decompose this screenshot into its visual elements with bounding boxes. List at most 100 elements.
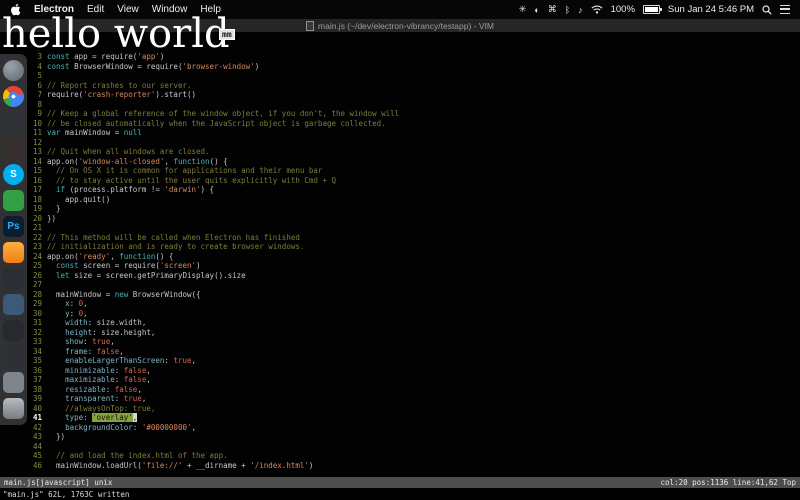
code-line-6: 6// Report crashes to our server.	[28, 81, 800, 91]
code-line-31: 31 width: size.width,	[28, 318, 800, 328]
menu-bar-clock[interactable]: Sun Jan 24 5:46 PM	[668, 4, 754, 15]
document-icon	[306, 20, 315, 31]
code-line-40: 40 //alwaysOnTop: true,	[28, 404, 800, 414]
code-line-25: 25 const screen = require('screen')	[28, 261, 800, 271]
code-line-20: 20})	[28, 214, 800, 224]
dock-photoshop[interactable]: Ps	[3, 216, 24, 237]
line-number: 39	[32, 394, 42, 403]
line-number: 16	[32, 175, 42, 185]
line-number: 21	[32, 223, 42, 232]
status-cursor-info: col:20 pos:1136 line:41,62 Top	[660, 478, 796, 487]
line-number: 38	[32, 384, 42, 394]
line-number: 19	[32, 204, 42, 213]
line-number: 14	[32, 156, 42, 166]
line-number: 25	[32, 261, 42, 270]
battery-percent: 100%	[610, 4, 635, 15]
spotlight-icon[interactable]	[762, 4, 772, 15]
line-number: 15	[32, 166, 42, 175]
code-line-33: 33 show: true,	[28, 337, 800, 347]
code-line-30: 30 y: 0,	[28, 309, 800, 319]
code-line-26: 26 let size = screen.getPrimaryDisplay()…	[28, 271, 800, 281]
menu-extras: ✳ ◐ ⌘ ᛒ ♪	[519, 4, 583, 15]
line-number: 26	[32, 270, 42, 280]
code-line-41: 41 type: 'overlay',	[28, 413, 800, 423]
line-number: 10	[32, 118, 42, 128]
line-number: 9	[37, 109, 42, 118]
line-number: 18	[32, 194, 42, 204]
code-line-34: 34 frame: false,	[28, 347, 800, 357]
dock-app-grey[interactable]	[3, 372, 24, 393]
dock-app-dark-4[interactable]	[3, 320, 24, 341]
bluetooth-icon[interactable]: ᛒ	[565, 5, 570, 15]
dock-app-blue[interactable]	[3, 294, 24, 315]
code-line-16: 16 // to stay active until the user quit…	[28, 176, 800, 186]
code-line-15: 15 // On OS X it is common for applicati…	[28, 166, 800, 176]
window-title: main.js (~/dev/electron-vibrancy/testapp…	[318, 20, 494, 31]
code-line-10: 10// be closed automatically when the Ja…	[28, 119, 800, 129]
code-line-7: 7 require('crash-reporter').start()	[28, 90, 800, 100]
code-line-42: 42 backgroundColor: '#00000000',	[28, 423, 800, 433]
line-number: 28	[32, 289, 42, 299]
dock-app-dark-1[interactable]	[3, 112, 24, 133]
vim-editor[interactable]: 3 const app = require('app') 4 const Browse…	[28, 52, 800, 477]
code-line-36: 36 minimizable: false,	[28, 366, 800, 376]
code-line-17: 17 if (process.platform != 'darwin') {	[28, 185, 800, 195]
line-number: 35	[32, 356, 42, 365]
code-line-39: 39 transparent: true,	[28, 394, 800, 404]
volume-icon[interactable]: ♪	[578, 5, 583, 15]
code-line-19: 19 }	[28, 204, 800, 214]
dock-app-green[interactable]	[3, 190, 24, 211]
line-number: 40	[32, 403, 42, 413]
wifi-icon[interactable]	[591, 5, 603, 14]
code-line-44: 44	[28, 442, 800, 452]
line-number: 30	[32, 308, 42, 318]
line-number: 31	[32, 318, 42, 327]
code-line-45: 45 // and load the index.html of the app…	[28, 451, 800, 461]
line-number: 13	[32, 147, 42, 156]
asterisk-menu-icon[interactable]: ✳	[519, 4, 527, 15]
overlay-cursor-badge: mm	[219, 29, 235, 40]
code-line-18: 18 app.quit()	[28, 195, 800, 205]
flux-menu-icon[interactable]: ◐	[534, 5, 539, 15]
line-number: 11	[32, 128, 42, 137]
line-number: 44	[32, 441, 42, 451]
code-line-22: 22// This method will be called when Ele…	[28, 233, 800, 243]
code-line-37: 37 maximizable: false,	[28, 375, 800, 385]
line-number: 4	[37, 61, 42, 71]
dock-app-dark-3[interactable]	[3, 268, 24, 289]
line-number: 5	[37, 71, 42, 80]
code-line-38: 38 resizable: false,	[28, 385, 800, 395]
line-number: 12	[32, 137, 42, 147]
dock-app-orange[interactable]	[3, 242, 24, 263]
dock-skype[interactable]: S	[3, 164, 24, 185]
line-number: 29	[32, 299, 42, 308]
dock-launchpad[interactable]	[3, 60, 24, 81]
line-number: 24	[32, 251, 42, 261]
code-line-8: 8	[28, 100, 800, 110]
code-line-4: 4 const BrowserWindow = require('browser-…	[28, 62, 800, 72]
code-line-11: 11 var mainWindow = null	[28, 128, 800, 138]
line-number: 41	[32, 413, 42, 422]
dock: S Ps	[0, 54, 27, 425]
code-line-9: 9// Keep a global reference of the windo…	[28, 109, 800, 119]
notification-center-icon[interactable]	[780, 5, 790, 14]
code-line-27: 27	[28, 280, 800, 290]
input-menu-icon[interactable]: ⌘	[548, 4, 557, 15]
line-number: 6	[37, 80, 42, 90]
code-line-23: 23// initialization and is ready to crea…	[28, 242, 800, 252]
battery-icon[interactable]	[642, 5, 662, 14]
dock-app-dark-5[interactable]	[3, 346, 24, 367]
line-number: 8	[37, 99, 42, 109]
status-file-info: main.js[javascript] unix	[4, 478, 113, 487]
code-line-12: 12	[28, 138, 800, 148]
dock-chrome[interactable]	[3, 86, 24, 107]
dock-app-dark-2[interactable]	[3, 138, 24, 159]
vim-command-line: "main.js" 62L, 1763C written	[0, 488, 800, 500]
code-line-28: 28 mainWindow = new BrowserWindow({	[28, 290, 800, 300]
code-line-32: 32 height: size.height,	[28, 328, 800, 338]
dock-trash[interactable]	[3, 398, 24, 419]
line-number: 33	[32, 337, 42, 346]
line-number: 43	[32, 432, 42, 441]
line-number: 22	[32, 232, 42, 242]
vim-status-line: main.js[javascript] unix col:20 pos:1136…	[0, 477, 800, 488]
